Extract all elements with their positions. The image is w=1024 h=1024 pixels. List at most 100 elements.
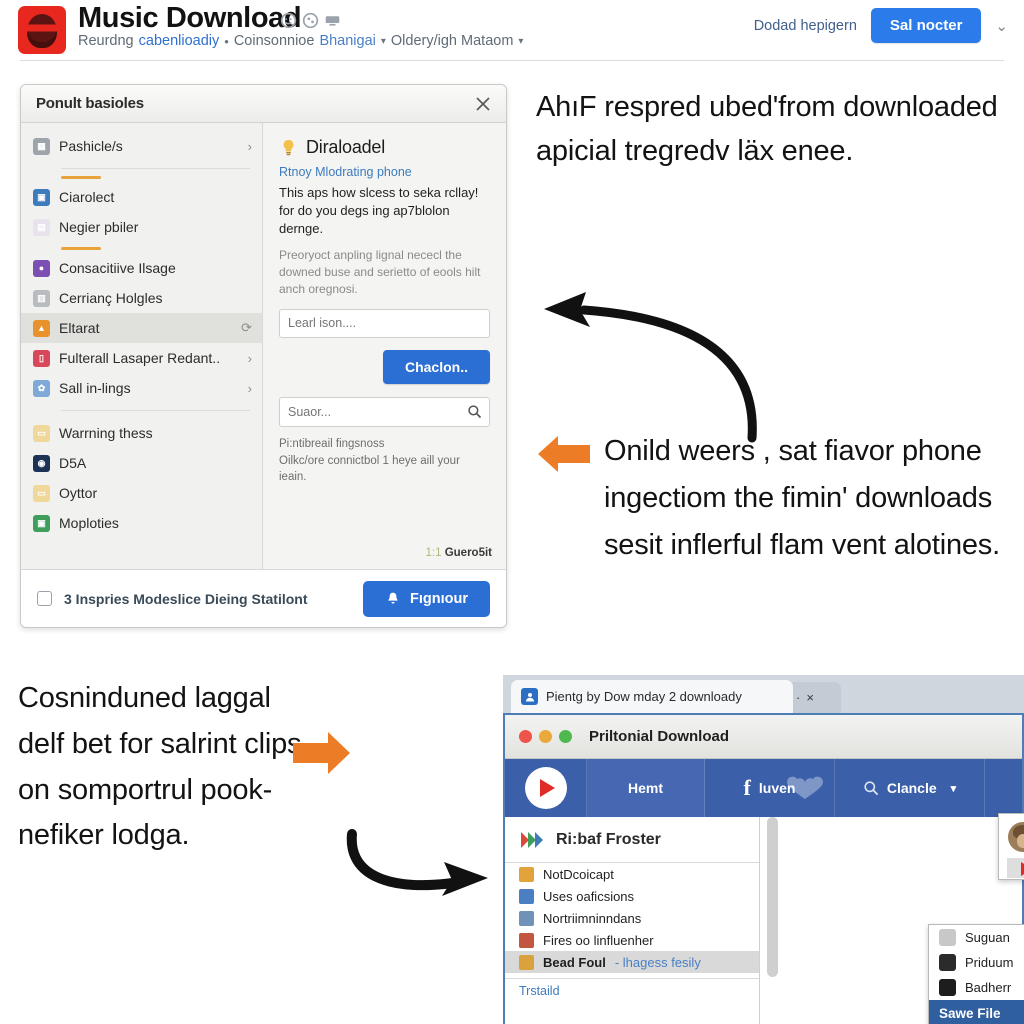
downloads-panel: Ri:baf Froster NotDcoicapt Uses oaficsion… xyxy=(505,817,760,1024)
list-item[interactable]: Bead Foul - lhagess fesily xyxy=(505,951,759,973)
permissions-dialog: Ponult basioles ▦ Pashicle/s › ▣ Ciarolect ▤ N… xyxy=(20,84,507,628)
sidebar-item-label: Cerrianç Holgles xyxy=(59,290,163,306)
header-chevron-down-icon[interactable]: ⌄ xyxy=(995,17,1008,35)
nav-home-tab[interactable]: Hemt xyxy=(587,759,705,817)
sidebar-item-11[interactable]: ▣ Moploties xyxy=(21,508,262,538)
list-item-suffix: - lhagess fesily xyxy=(614,954,701,970)
sidebar-item-label: Negier pbiler xyxy=(59,219,139,235)
sidebar-item-icon: ▣ xyxy=(33,514,50,532)
lightbulb-icon xyxy=(283,139,294,156)
close-icon[interactable]: × xyxy=(806,690,814,705)
context-menu-item-icon xyxy=(939,929,956,946)
chevrons-logo-icon xyxy=(521,831,543,848)
sidebar-item-5[interactable]: ▲ Eltarat ⟳ xyxy=(21,313,262,343)
list-item-icon xyxy=(519,954,534,970)
downloads-footer-link[interactable]: Trstaild xyxy=(505,978,759,998)
chevron-down-icon[interactable]: ▾ xyxy=(381,36,386,47)
traffic-light-maximize[interactable] xyxy=(559,730,572,743)
breadcrumb-prefix: Reurdng xyxy=(78,33,134,49)
primary-header-button[interactable]: Sal nocter xyxy=(870,8,982,43)
list-item[interactable]: Uses oaficsions xyxy=(505,885,759,907)
curved-arrow-right-icon xyxy=(346,829,488,896)
sidebar-item-0[interactable]: ▦ Pashicle/s › xyxy=(21,131,262,161)
breadcrumb-link[interactable]: cabenlioadiy xyxy=(139,33,220,49)
sidebar-divider xyxy=(61,410,250,411)
sidebar-item-icon: ▯ xyxy=(33,349,50,367)
header-link[interactable]: Dodad hepigern xyxy=(754,18,857,34)
nav-facebook-tab[interactable]: f luven xyxy=(705,759,835,817)
scrollbar[interactable] xyxy=(767,817,778,977)
sidebar-item-icon: ● xyxy=(33,259,50,277)
chevron-down-icon[interactable]: ▾ xyxy=(951,782,957,795)
browser-navbar: Hemt f luven Clancle ▾ xyxy=(505,759,1022,817)
dialog-footer-label: 3 Inspries Modeslice Dieing Statilont xyxy=(64,590,308,607)
chevron-right-icon: › xyxy=(247,380,252,396)
context-menu-item-label: Suguan xyxy=(965,930,1010,945)
annotation-note-2: Onild weers , sat fiavor phone ingectiom… xyxy=(604,435,1000,561)
list-item[interactable]: Nortriimninndans xyxy=(505,907,759,929)
context-menu-item[interactable]: Priduum xyxy=(929,950,1024,975)
context-menu-item[interactable]: Suguan xyxy=(929,925,1024,950)
dialog-action-button[interactable]: Chaclon.. xyxy=(382,349,490,384)
context-menu-item[interactable]: Badherr xyxy=(929,975,1024,1000)
sidebar-item-7[interactable]: ✿ Sall in-lings › xyxy=(21,373,262,403)
dialog-title: Ponult basioles xyxy=(36,95,144,112)
save-file-button[interactable]: Sawe File xyxy=(929,1000,1024,1024)
dialog-search-row xyxy=(279,396,490,427)
browser-tab-active[interactable]: Pientg by Dow mday 2 downloady xyxy=(511,680,793,713)
list-item-label: Fires oo linfluenher xyxy=(543,932,654,948)
sidebar-item-1[interactable]: ▣ Ciarolect xyxy=(21,182,262,212)
user-avatar xyxy=(1008,822,1024,852)
breadcrumb: Reurdng cabenlioadiy • Coinsonnioe Bhani… xyxy=(78,33,523,49)
traffic-light-close[interactable] xyxy=(519,730,532,743)
sidebar-item-icon: ▭ xyxy=(33,484,50,502)
sidebar-item-icon: ✿ xyxy=(33,379,50,397)
close-icon[interactable] xyxy=(472,93,494,115)
context-menu-item-icon xyxy=(939,954,956,971)
sidebar-item-label: Ciarolect xyxy=(59,189,115,205)
search-icon xyxy=(864,781,879,796)
sidebar-item-2[interactable]: ▤ Negier pbiler xyxy=(21,212,262,242)
dialog-main-header: Diraloadel xyxy=(279,137,490,158)
sidebar-item-10[interactable]: ▭ Oyttor xyxy=(21,478,262,508)
sidebar-item-6[interactable]: ▯ Fulterall Lasaper Redant.. › xyxy=(21,343,262,373)
bell-icon xyxy=(388,592,398,604)
sidebar-item-9[interactable]: ◉ D5A xyxy=(21,448,262,478)
breadcrumb-mid-link[interactable]: Bhanigai xyxy=(319,33,375,49)
search-input[interactable] xyxy=(279,396,490,427)
facebook-icon: f xyxy=(743,775,751,800)
dialog-paragraph-muted: Preoryoct anpling lignal nececl the down… xyxy=(279,247,481,296)
dialog-text-input[interactable] xyxy=(279,308,490,338)
nav-home-label: Hemt xyxy=(627,780,663,796)
downloads-panel-title: Ri:baf Froster xyxy=(556,830,661,848)
page-title: Music Download xyxy=(78,2,302,34)
music-download-app-icon xyxy=(18,6,66,54)
annotation-note-3: Cosninduned laggal delf bet for salrint … xyxy=(18,682,302,852)
statement-checkbox[interactable] xyxy=(37,591,52,606)
dialog-count-number: 1:1 xyxy=(425,547,442,559)
play-logo-icon[interactable] xyxy=(505,759,587,817)
nav-search-tab[interactable]: Clancle ▾ xyxy=(835,759,985,817)
traffic-light-minimize[interactable] xyxy=(539,730,552,743)
sidebar-item-4[interactable]: ▥ Cerrianç Holgles xyxy=(21,283,262,313)
sidebar-item-label: Moploties xyxy=(59,515,119,531)
sidebar-item-3[interactable]: ● Consacitiive Ilsage xyxy=(21,253,262,283)
sidebar-item-label: Pashicle/s xyxy=(59,138,123,154)
sidebar-accent-dash xyxy=(61,176,101,179)
header-divider xyxy=(20,60,1004,61)
sidebar-item-8[interactable]: ▭ Warrning thess xyxy=(21,418,262,448)
dialog-footer-note: Pi:ntibreail fingsnoss Oilkc/ore connict… xyxy=(279,437,460,484)
search-icon[interactable] xyxy=(467,404,482,419)
context-menu: Suguan Priduum Badherr Sawe File xyxy=(928,924,1024,1024)
header-actions: Dodad hepigern Sal nocter ⌄ xyxy=(754,8,1008,43)
dialog-footer-button[interactable]: Fıgnıour xyxy=(363,580,490,617)
chevron-down-icon-2[interactable]: ▾ xyxy=(518,36,523,47)
context-menu-item-icon xyxy=(939,979,956,996)
dialog-sub-link[interactable]: Rtnoy Mlodrating phone xyxy=(279,165,490,179)
context-menu-item-label: Priduum xyxy=(965,955,1014,970)
annotation-note-1: AhıF respred ubed'from downloaded apicia… xyxy=(536,91,998,167)
list-item[interactable]: NotDcoicapt xyxy=(505,863,759,885)
orange-arrow-right-icon xyxy=(293,732,350,774)
list-item[interactable]: Fires oo linfluenher xyxy=(505,929,759,951)
sidebar-item-icon: ▦ xyxy=(33,137,50,155)
